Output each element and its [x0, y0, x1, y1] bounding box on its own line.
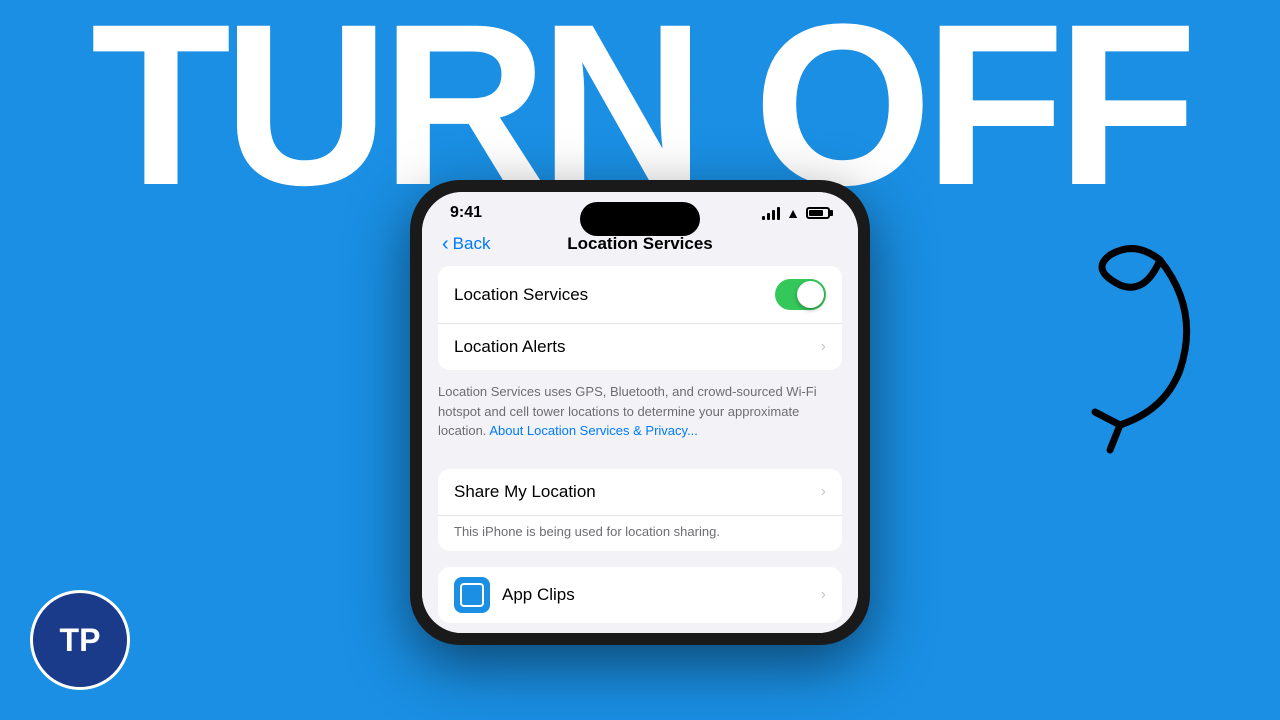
status-bar: 9:41 ▲ — [422, 192, 858, 226]
share-my-location-chevron-icon: › — [821, 483, 826, 501]
back-chevron-icon: ‹ — [442, 234, 449, 254]
location-services-row: Location Services — [438, 266, 842, 324]
signal-bar-3 — [772, 210, 775, 220]
signal-bar-1 — [762, 216, 765, 220]
settings-content: Location Services Location Alerts › — [422, 266, 858, 633]
location-services-description: Location Services uses GPS, Bluetooth, a… — [422, 370, 858, 453]
app-clips-card: App Clips › — [438, 567, 842, 623]
location-alerts-row[interactable]: Location Alerts › — [438, 324, 842, 370]
location-services-card: Location Services Location Alerts › — [438, 266, 842, 370]
share-description: This iPhone is being used for location s… — [438, 516, 842, 551]
nav-title: Location Services — [567, 234, 713, 254]
share-my-location-row[interactable]: Share My Location › — [438, 469, 842, 516]
share-my-location-label: Share My Location — [454, 482, 596, 502]
battery-icon — [806, 207, 830, 219]
description-link[interactable]: About Location Services & Privacy... — [489, 423, 698, 438]
signal-bars-icon — [762, 206, 780, 220]
phone-screen: 9:41 ▲ ‹ — [422, 192, 858, 633]
toggle-knob — [797, 281, 824, 308]
signal-bar-4 — [777, 207, 780, 220]
share-my-location-card: Share My Location › This iPhone is being… — [438, 469, 842, 551]
battery-fill — [809, 210, 823, 216]
app-clips-left: App Clips — [454, 577, 575, 613]
location-alerts-chevron-icon: › — [821, 338, 826, 356]
app-clips-icon-inner — [460, 583, 484, 607]
logo-text: TP — [60, 622, 101, 659]
toggle-container — [775, 279, 826, 310]
app-clips-chevron-icon: › — [821, 586, 826, 604]
app-clips-label: App Clips — [502, 585, 575, 605]
back-button[interactable]: ‹ Back — [442, 234, 490, 254]
status-time: 9:41 — [450, 204, 482, 222]
app-clips-row[interactable]: App Clips › — [438, 567, 842, 623]
location-services-toggle[interactable] — [775, 279, 826, 310]
status-icons: ▲ — [762, 205, 830, 221]
signal-bar-2 — [767, 213, 770, 220]
back-label: Back — [453, 234, 491, 254]
phone-body: 9:41 ▲ ‹ — [410, 180, 870, 645]
dynamic-island — [580, 202, 700, 236]
phone-mockup: 9:41 ▲ ‹ — [410, 180, 870, 645]
wifi-icon: ▲ — [786, 205, 800, 221]
location-alerts-label: Location Alerts — [454, 337, 566, 357]
location-services-label: Location Services — [454, 285, 588, 305]
logo-circle: TP — [30, 590, 130, 690]
app-clips-icon — [454, 577, 490, 613]
